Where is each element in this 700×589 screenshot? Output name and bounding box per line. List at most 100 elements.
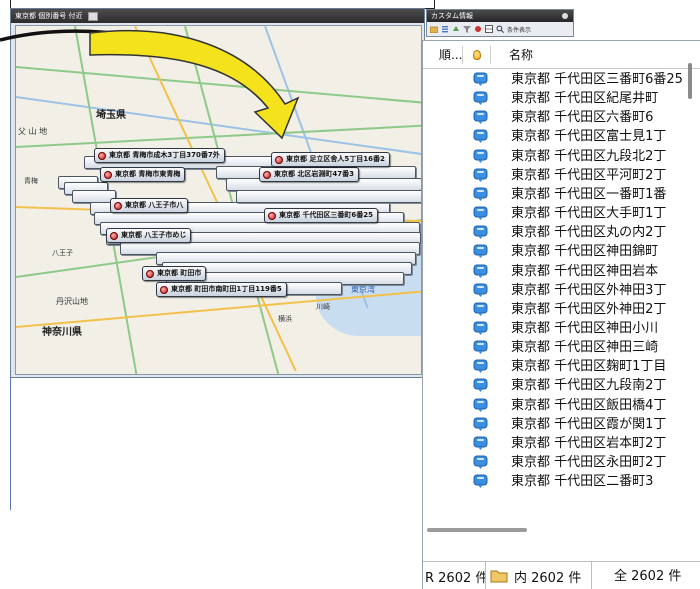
location-balloon-icon xyxy=(473,187,488,201)
location-balloon-icon xyxy=(473,398,488,412)
marker-callout[interactable]: 東京都 八王子市八 xyxy=(110,198,189,213)
status-inside-count: 内 2602 件 xyxy=(514,570,582,586)
list-item[interactable]: 東京都 千代田区富士見1丁 xyxy=(423,127,685,146)
marker-callout[interactable]: 東京都 足立区舎人5丁目16番2 xyxy=(271,152,390,167)
column-header-name[interactable]: 名称 xyxy=(491,46,533,64)
list-item[interactable]: 東京都 千代田区平河町2丁 xyxy=(423,166,685,185)
marker-callout[interactable]: 東京都 町田市南町田1丁目119番5 xyxy=(156,282,287,297)
lightbulb-icon xyxy=(472,50,481,60)
location-balloon-icon xyxy=(473,110,488,125)
marker-stack[interactable] xyxy=(236,190,421,203)
list-item[interactable]: 東京都 千代田区飯田橋4丁 xyxy=(423,396,685,415)
list-item[interactable]: 東京都 千代田区神田岩本 xyxy=(423,262,685,281)
map-pin-icon xyxy=(275,155,283,164)
map-label-tanzawa: 丹沢山地 xyxy=(56,297,88,306)
list-item-name: 東京都 千代田区一番町1番 xyxy=(511,186,667,202)
list-item[interactable]: 東京都 千代田区丸の内2丁 xyxy=(423,223,685,242)
list-item-name: 東京都 千代田区外神田3丁 xyxy=(511,282,667,298)
list-icon[interactable] xyxy=(441,25,449,33)
list-item-name: 東京都 千代田区九段北2丁 xyxy=(511,148,667,164)
list-item[interactable]: 東京都 千代田区九段南2丁 xyxy=(423,376,685,395)
location-balloon-icon xyxy=(473,168,488,182)
map-titlebar: 東京都 個別番号 付近 xyxy=(11,9,424,23)
list-item[interactable]: 東京都 千代田区外神田2丁 xyxy=(423,300,685,319)
marker-callout[interactable]: 東京都 町田市 xyxy=(142,266,207,281)
location-balloon-icon xyxy=(473,244,488,259)
list-item[interactable]: 東京都 千代田区六番町6 xyxy=(423,108,685,127)
map-pin-icon xyxy=(268,211,276,220)
filter-icon[interactable] xyxy=(463,25,471,33)
location-balloon-icon xyxy=(473,264,488,278)
list-item-name: 東京都 千代田区富士見1丁 xyxy=(511,129,667,145)
location-balloon-icon xyxy=(473,474,488,489)
map-pin-icon xyxy=(104,170,112,179)
column-header-order[interactable]: 順... xyxy=(423,45,463,64)
folder-icon xyxy=(490,570,508,583)
list-rows: 東京都 千代田区三番町6番25 東京都 千代田区紀尾井町 東京都 千代田区六番町6 東… xyxy=(423,70,685,520)
list-item[interactable]: 東京都 千代田区神田錦町 xyxy=(423,242,685,261)
location-balloon-icon xyxy=(473,72,488,86)
map-label-hachioji: 八王子 xyxy=(52,249,73,257)
location-balloon-icon xyxy=(473,417,488,431)
marker-icon[interactable] xyxy=(474,25,482,33)
list-item-name: 東京都 千代田区九段南2丁 xyxy=(511,378,667,394)
map-label-saitama: 埼玉県 xyxy=(96,110,126,121)
panel-close-icon[interactable] xyxy=(562,13,568,19)
list-item[interactable]: 東京都 千代田区神田三崎 xyxy=(423,338,685,357)
list-header: 順... 名称 xyxy=(423,41,700,69)
marker-callout[interactable]: 東京都 北区岩淵町47番3 xyxy=(259,167,360,182)
map-pin-icon xyxy=(160,285,168,294)
horizontal-scrollbar-thumb[interactable] xyxy=(427,528,527,532)
list-item[interactable]: 東京都 千代田区岩本町2丁 xyxy=(423,434,685,453)
list-item-name: 東京都 千代田区外神田2丁 xyxy=(511,301,667,317)
vertical-scrollbar-thumb[interactable] xyxy=(688,63,692,99)
list-item[interactable]: 東京都 千代田区霞が関1丁 xyxy=(423,415,685,434)
vertical-scrollbar[interactable] xyxy=(685,61,699,521)
list-item[interactable]: 東京都 千代田区三番町6番25 xyxy=(423,70,685,89)
list-item-name: 東京都 千代田区神田錦町 xyxy=(511,244,659,260)
list-item-name: 東京都 千代田区大手町1丁 xyxy=(511,206,667,222)
list-item[interactable]: 東京都 千代田区九段北2丁 xyxy=(423,147,685,166)
map-menu-button[interactable] xyxy=(88,11,99,21)
custom-info-panel: カスタム情報 条件表示 xyxy=(426,9,574,37)
column-header-icon[interactable] xyxy=(463,45,491,64)
marker-callout-selected[interactable]: 東京都 千代田区三番町6番25 xyxy=(264,208,379,223)
map-label-chichibu: 父 山 地 xyxy=(18,127,48,136)
list-item-name: 東京都 千代田区平河町2丁 xyxy=(511,167,667,183)
custom-info-toolbar: 条件表示 xyxy=(427,22,573,36)
list-item[interactable]: 東京都 千代田区二番町3 xyxy=(423,472,685,491)
sort-icon[interactable] xyxy=(452,25,460,33)
list-item-name: 東京都 千代田区霞が関1丁 xyxy=(511,416,667,432)
location-balloon-icon xyxy=(473,455,488,469)
list-item-name: 東京都 千代田区三番町6番25 xyxy=(511,72,683,87)
marker-callout[interactable]: 東京都 青梅市東青梅 xyxy=(100,167,186,182)
list-item[interactable]: 東京都 千代田区永田町2丁 xyxy=(423,453,685,472)
status-inside[interactable]: 内 2602 件 xyxy=(485,561,591,589)
map-window-title: 東京都 個別番号 付近 xyxy=(15,12,83,20)
list-item[interactable]: 東京都 千代田区紀尾井町 xyxy=(423,89,685,108)
map-canvas[interactable]: 埼玉県 父 山 地 神奈川県 丹沢山地 東京湾 青梅 八王子 横浜 川崎 千葉 … xyxy=(15,25,422,375)
list-item[interactable]: 東京都 千代田区大手町1丁 xyxy=(423,204,685,223)
status-total-count: 全 2602 件 xyxy=(591,561,700,589)
custom-info-title: カスタム情報 xyxy=(431,12,473,20)
status-bar: R 2602 件 内 2602 件 全 2602 件 xyxy=(423,561,700,589)
results-list-panel: 順... 名称 東京都 千代田区三番町6番25 東京都 千代田区紀尾井町 東京都 千… xyxy=(422,40,700,589)
location-balloon-icon xyxy=(473,283,488,297)
table-icon[interactable] xyxy=(485,25,493,33)
map-window: 東京都 個別番号 付近 埼玉県 父 山 地 神奈川県 丹沢山地 東京湾 青梅 八… xyxy=(10,8,425,378)
location-balloon-icon xyxy=(473,225,488,240)
folder-icon[interactable] xyxy=(430,25,438,33)
status-partial-count: R 2602 件 xyxy=(425,570,485,586)
list-item-name: 東京都 千代田区紀尾井町 xyxy=(511,91,659,107)
search-icon[interactable] xyxy=(496,25,504,33)
list-item[interactable]: 東京都 千代田区一番町1番 xyxy=(423,185,685,204)
list-item[interactable]: 東京都 千代田区神田小川 xyxy=(423,319,685,338)
map-label-ome: 青梅 xyxy=(24,177,38,185)
marker-callout[interactable]: 東京都 八王子市めじ xyxy=(106,228,192,243)
list-item[interactable]: 東京都 千代田区麹町1丁目 xyxy=(423,357,685,376)
list-item[interactable]: 東京都 千代田区外神田3丁 xyxy=(423,281,685,300)
condition-display-button[interactable]: 条件表示 xyxy=(507,25,531,34)
marker-callout[interactable]: 東京都 青梅市成木3丁目370番7外 xyxy=(94,148,225,163)
map-label-tokyo-bay: 東京湾 xyxy=(351,285,375,294)
map-label-kanagawa: 神奈川県 xyxy=(42,327,82,338)
